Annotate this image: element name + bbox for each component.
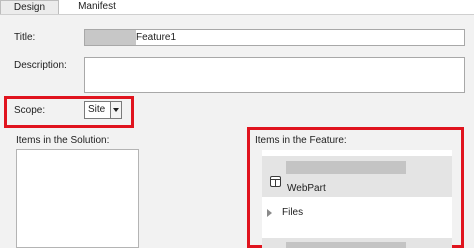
expand-arrow-icon[interactable]	[267, 209, 272, 217]
scope-selected-value: Site	[88, 104, 106, 115]
scope-dropdown[interactable]: Site	[84, 101, 122, 119]
solution-items-label: Items in the Solution:	[16, 135, 110, 146]
webpart-icon	[270, 176, 281, 187]
title-value: Feature1	[136, 32, 177, 43]
redacted-item-name	[286, 161, 406, 174]
files-label: Files	[282, 207, 304, 218]
title-label: Title:	[14, 32, 36, 43]
tab-design[interactable]: Design	[0, 0, 59, 15]
tab-manifest[interactable]: Manifest	[70, 0, 124, 15]
description-field[interactable]	[84, 57, 465, 93]
scope-label: Scope:	[14, 105, 46, 116]
list-item-webpart[interactable]: WebPart	[262, 156, 452, 197]
description-label: Description:	[14, 60, 67, 71]
files-tree-node[interactable]: Files	[262, 206, 452, 222]
tab-bar: Design Manifest	[0, 0, 474, 15]
feature-items-list[interactable]: WebPart Files	[262, 150, 452, 248]
scope-dropdown-button[interactable]	[110, 102, 121, 118]
chevron-down-icon	[113, 108, 119, 112]
solution-items-list[interactable]	[16, 149, 139, 248]
title-redacted-prefix	[85, 30, 136, 45]
list-item-partial[interactable]	[262, 238, 452, 248]
webpart-type-label: WebPart	[287, 183, 326, 194]
feature-items-label: Items in the Feature:	[255, 135, 347, 146]
redacted-item-name	[286, 242, 406, 248]
title-field[interactable]: Feature1	[84, 29, 465, 46]
